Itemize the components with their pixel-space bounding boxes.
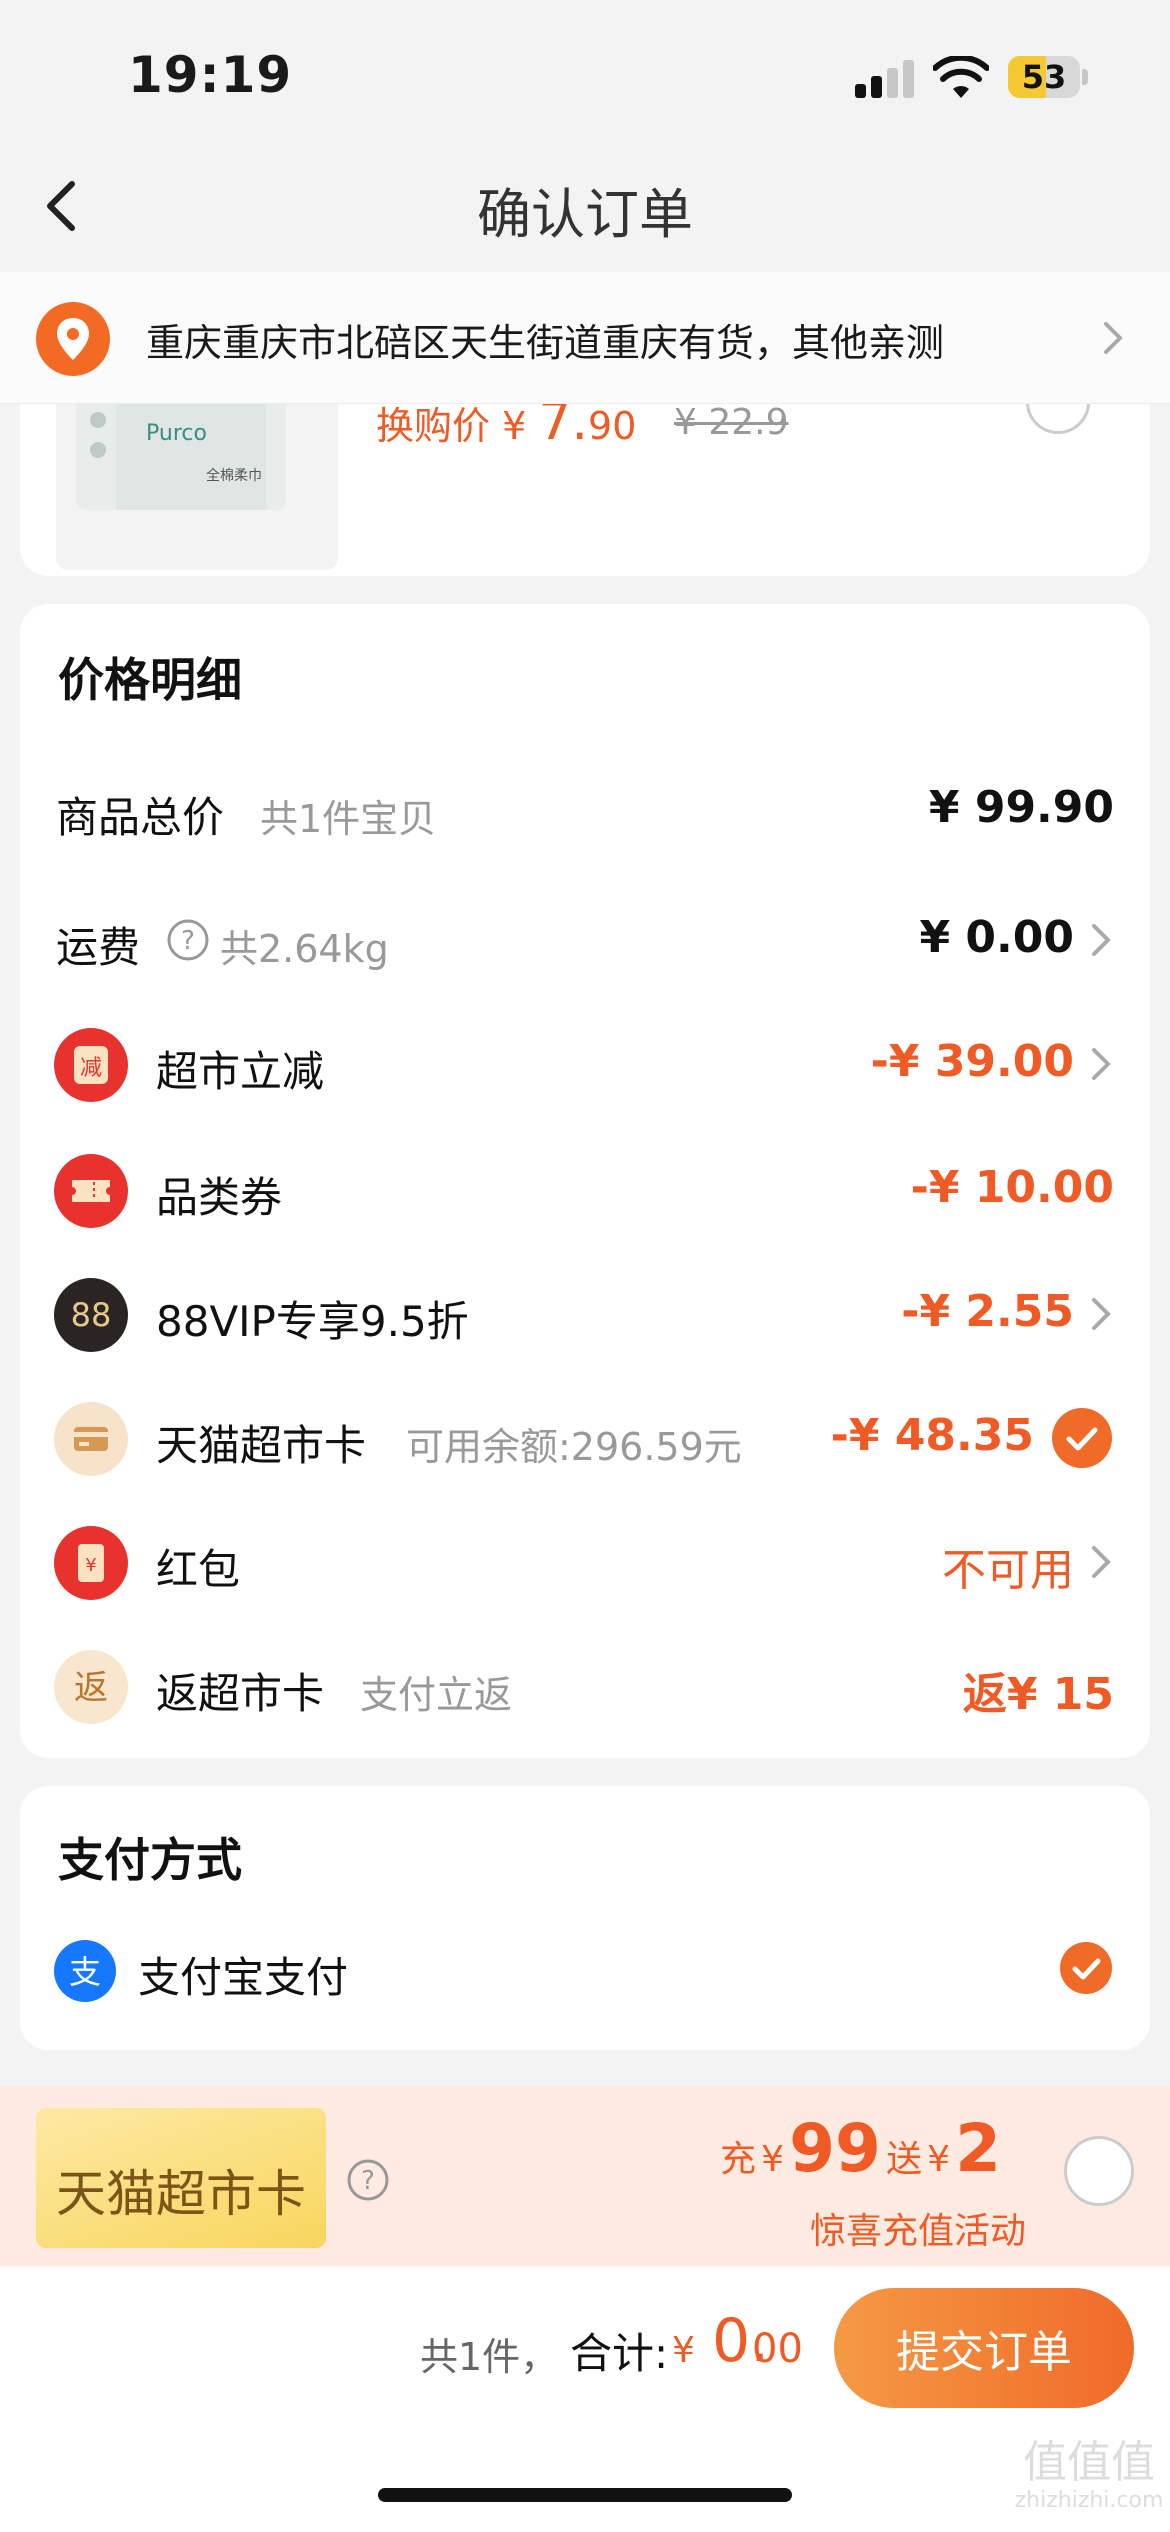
svg-text:支: 支 xyxy=(69,1953,101,1991)
row-tmall-card[interactable]: 天猫超市卡 可用余额:296.59元 -¥ 48.35 xyxy=(20,1388,1150,1488)
item-count: 共1件， xyxy=(420,2335,559,2379)
row-value: -¥ 10.00 xyxy=(910,1162,1114,1213)
address-bar[interactable]: 重庆重庆市北碚区天生街道重庆有货，其他亲测 xyxy=(0,272,1170,404)
coupon-icon xyxy=(54,1154,128,1228)
checkmark-checked-icon[interactable] xyxy=(1050,1406,1114,1470)
row-cashback-card: 返 返超市卡 支付立返 返¥ 15 xyxy=(20,1636,1150,1736)
row-value: 返¥ 15 xyxy=(962,1669,1114,1720)
total-label: 合计: xyxy=(570,2329,669,2378)
promo-gift-amount: 2 xyxy=(955,2110,1002,2187)
watermark: 值值值 zhizhizhi.com xyxy=(1014,2438,1164,2518)
row-label: 商品总价 xyxy=(56,793,225,842)
promo-note: 惊喜充值活动 xyxy=(810,2211,1027,2252)
watermark-line2: zhizhizhi.com xyxy=(1014,2488,1164,2513)
price-detail-title: 价格明细 xyxy=(58,653,242,707)
battery-icon: 53 xyxy=(1008,56,1088,98)
page-title: 确认订单 xyxy=(477,183,693,246)
svg-text:?: ? xyxy=(361,2166,375,2196)
home-indicator[interactable] xyxy=(378,2488,792,2502)
header: 确认订单 xyxy=(0,140,1170,270)
discount-icon: 减 xyxy=(54,1028,128,1102)
vip88-icon: 88 xyxy=(54,1278,128,1352)
cashback-icon: 返 xyxy=(54,1650,128,1724)
row-88vip-discount[interactable]: 88 88VIP专享9.5折 -¥ 2.55 xyxy=(20,1264,1150,1364)
row-value: ¥ 99.90 xyxy=(928,782,1114,833)
promo-charge-amount: 99 xyxy=(789,2110,881,2187)
chevron-right-icon xyxy=(1092,1546,1111,1578)
svg-text:Purco: Purco xyxy=(146,421,207,446)
row-value: -¥ 39.00 xyxy=(870,1036,1074,1087)
row-goods-total: 商品总价 共1件宝贝 ¥ 99.90 xyxy=(20,760,1150,860)
promo-offer: 充 ¥ 99 送 ¥ 2 xyxy=(720,2110,1060,2187)
row-value: -¥ 48.35 xyxy=(830,1410,1034,1461)
svg-text:88: 88 xyxy=(71,1296,112,1334)
status-time: 19:19 xyxy=(128,46,293,104)
watermark-line1: 值值值 xyxy=(1023,2437,1155,2488)
row-value: 不可用 xyxy=(942,1545,1074,1596)
wifi-icon xyxy=(933,56,989,98)
row-label: 超市立减 xyxy=(156,1047,325,1096)
price-label: 换购价 xyxy=(376,404,491,448)
row-value: ¥ 0.00 xyxy=(919,912,1075,963)
row-supermarket-discount[interactable]: 减 超市立减 -¥ 39.00 xyxy=(20,1014,1150,1114)
svg-text:返: 返 xyxy=(74,1668,108,1708)
card-icon xyxy=(54,1402,128,1476)
row-label: 红包 xyxy=(156,1545,241,1594)
row-label: 88VIP专享9.5折 xyxy=(156,1297,469,1346)
promo-badge-text: 天猫超市卡 xyxy=(56,2165,306,2223)
svg-text:减: 减 xyxy=(80,1056,102,1081)
promo-gift-label: 送 xyxy=(886,2139,923,2180)
status-bar: 19:19 53 xyxy=(0,0,1170,140)
alipay-icon: 支 xyxy=(54,1940,116,2002)
payment-method-card: 支付方式 支 支付宝支付 xyxy=(20,1786,1150,2050)
row-label: 天猫超市卡 xyxy=(156,1421,367,1470)
row-sub: 可用余额:296.59元 xyxy=(406,1425,742,1469)
tmall-card-badge: 天猫超市卡 xyxy=(36,2108,326,2248)
address-text: 重庆重庆市北碚区天生街道重庆有货，其他亲测 xyxy=(146,321,945,365)
row-sub: 支付立返 xyxy=(360,1673,513,1717)
promo-gift-currency: ¥ xyxy=(927,2139,951,2180)
row-value: -¥ 2.55 xyxy=(901,1286,1074,1337)
total-currency: ¥ xyxy=(672,2330,695,2371)
signal-icon xyxy=(855,60,915,98)
red-packet-icon: ¥ xyxy=(54,1526,128,1600)
chevron-right-icon xyxy=(1092,1048,1111,1080)
svg-text:¥: ¥ xyxy=(85,1555,96,1576)
total-decimal: 00 xyxy=(752,2326,803,2372)
payment-title: 支付方式 xyxy=(58,1833,242,1887)
bottom-bar: 共1件， 合计: ¥ 0. 00 提交订单 值值值 zhizhizhi.com xyxy=(0,2266,1170,2532)
payment-option-alipay[interactable]: 支 支付宝支付 xyxy=(20,1922,1150,2022)
row-label: 运费 xyxy=(56,923,141,972)
help-icon[interactable]: ? xyxy=(166,918,210,962)
row-label: 返超市卡 xyxy=(156,1669,325,1718)
submit-order-button[interactable]: 提交订单 xyxy=(834,2288,1134,2408)
promo-charge-currency: ¥ xyxy=(761,2139,785,2180)
payment-method-label: 支付宝支付 xyxy=(138,1953,349,2002)
promo-charge-label: 充 xyxy=(720,2139,757,2180)
row-sub: 共1件宝贝 xyxy=(260,797,437,841)
svg-text:?: ? xyxy=(181,926,195,956)
chevron-right-icon xyxy=(1092,924,1111,956)
row-category-coupon[interactable]: 品类券 -¥ 10.00 xyxy=(20,1140,1150,1240)
price-detail-card: 价格明细 商品总价 共1件宝贝 ¥ 99.90 运费 ? 共2.64kg ¥ 0… xyxy=(20,604,1150,1758)
location-pin-icon xyxy=(36,302,110,376)
product-original-price: ¥ 22.9 xyxy=(674,402,789,443)
battery-level: 53 xyxy=(1021,58,1067,96)
chevron-right-icon xyxy=(1092,1298,1111,1330)
svg-text:全棉柔巾: 全棉柔巾 xyxy=(206,467,262,484)
row-label: 品类券 xyxy=(156,1173,283,1222)
row-shipping[interactable]: 运费 ? 共2.64kg ¥ 0.00 xyxy=(20,890,1150,990)
row-sub: 共2.64kg xyxy=(220,927,389,971)
promo-select-radio[interactable] xyxy=(1064,2136,1134,2206)
row-red-packet[interactable]: ¥ 红包 不可用 xyxy=(20,1512,1150,1612)
price-decimal: 90 xyxy=(588,404,637,448)
price-currency: ¥ xyxy=(502,404,527,448)
help-icon[interactable]: ? xyxy=(346,2158,390,2202)
chevron-right-icon xyxy=(1104,322,1123,354)
recharge-promo-banner[interactable]: 天猫超市卡 ? 充 ¥ 99 送 ¥ 2 惊喜充值活动 xyxy=(0,2086,1170,2266)
checkmark-checked-icon[interactable] xyxy=(1058,1940,1114,1996)
